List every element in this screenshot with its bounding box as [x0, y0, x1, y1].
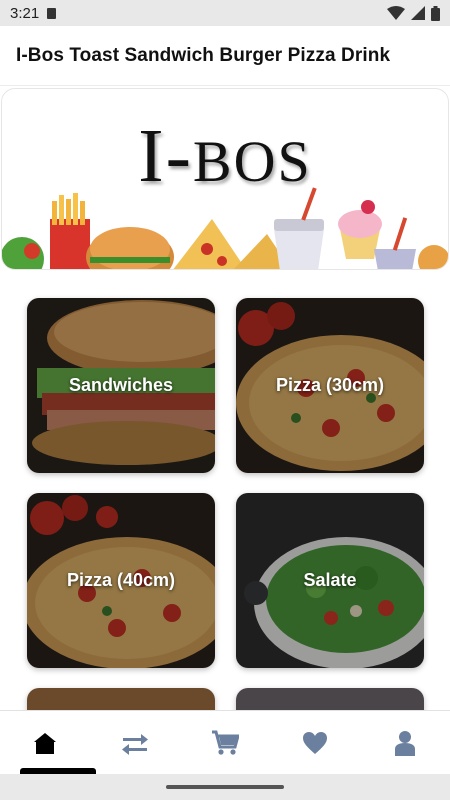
battery-icon	[431, 5, 440, 21]
nav-cart[interactable]	[195, 718, 255, 768]
signal-icon	[411, 6, 425, 20]
sim-card-icon	[47, 7, 57, 19]
profile-icon	[395, 730, 415, 756]
category-card-sandwiches[interactable]: Sandwiches	[27, 298, 215, 473]
category-label: Pizza (30cm)	[275, 375, 385, 395]
status-bar: 3:21	[0, 0, 450, 26]
nav-swap[interactable]	[105, 718, 165, 768]
wifi-icon	[387, 6, 405, 20]
status-time: 3:21	[10, 4, 40, 22]
category-label: Sandwiches	[68, 375, 174, 395]
brand-banner: I-BOS	[1, 88, 449, 270]
category-card-pizza-40[interactable]: Pizza (40cm)	[27, 493, 215, 668]
nav-favorites[interactable]	[285, 718, 345, 768]
app-title: I-Bos Toast Sandwich Burger Pizza Drink	[16, 44, 391, 66]
bottom-navigation	[0, 710, 450, 774]
nav-home[interactable]	[15, 718, 75, 768]
home-gesture-pill[interactable]	[166, 785, 284, 789]
swap-icon	[122, 733, 148, 755]
home-icon	[34, 732, 56, 754]
nav-profile[interactable]	[375, 718, 435, 768]
app-bar: I-Bos Toast Sandwich Burger Pizza Drink	[0, 26, 450, 86]
system-navigation-bar	[0, 774, 450, 800]
category-card-pizza-30[interactable]: Pizza (30cm)	[236, 298, 424, 473]
cart-icon	[212, 730, 239, 755]
category-label: Pizza (40cm)	[66, 570, 176, 590]
category-label: Salate	[303, 570, 357, 590]
heart-icon	[303, 731, 327, 754]
food-illustration	[2, 187, 448, 269]
category-card-salate[interactable]: Salate	[236, 493, 424, 668]
